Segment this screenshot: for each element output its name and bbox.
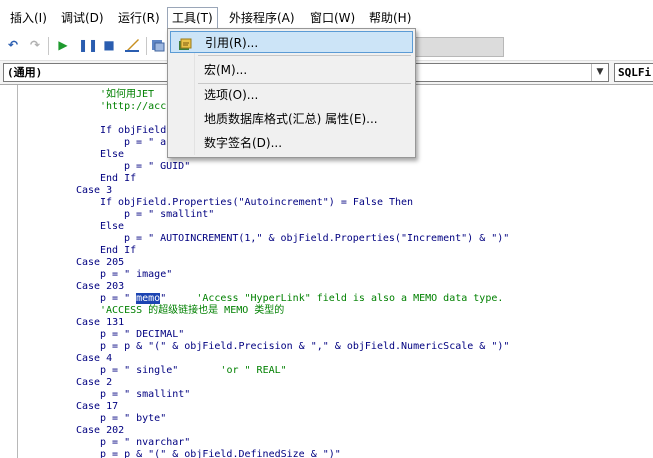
object-combo-value: (通用) — [7, 66, 43, 79]
code-line: Case 131 — [76, 317, 125, 328]
code-line: p = " DECIMAL" — [100, 329, 185, 340]
toolbar-separator — [48, 37, 49, 55]
menu-item-options[interactable]: 选项(O)... — [170, 84, 413, 106]
code-line: Case 4 — [76, 353, 113, 364]
stop-icon[interactable]: ■ — [101, 37, 117, 53]
menu-addins[interactable]: 外接程序(A) — [225, 8, 299, 28]
code-text: " — [160, 293, 197, 304]
code-comment: '如何用JET — [100, 89, 155, 100]
menu-insert[interactable]: 插入(I) — [6, 8, 51, 28]
redo-icon[interactable]: ↷ — [27, 37, 43, 53]
references-icon — [178, 36, 192, 50]
code-line: p = " image" — [100, 269, 173, 280]
code-line: Else — [100, 221, 125, 232]
code-line: Else — [100, 149, 125, 160]
menu-item-label: 选项(O)... — [204, 88, 259, 102]
selected-text[interactable]: memo — [136, 293, 161, 304]
code-line: Case 17 — [76, 401, 119, 412]
code-line: Case 2 — [76, 377, 113, 388]
code-line: p = p & "(" & objField.Precision & "," &… — [100, 341, 510, 352]
code-line: Case 202 — [76, 425, 125, 436]
code-line: p = " nvarchar" — [100, 437, 191, 448]
tools-menu: 引用(R)... 宏(M)... 选项(O)... 地质数据库格式(汇总) 属性… — [167, 28, 416, 158]
menu-item-label: 宏(M)... — [204, 63, 248, 77]
menu-item-references[interactable]: 引用(R)... — [170, 31, 413, 53]
code-line: p = p & "(" & objField.DefinedSize & ")" — [100, 449, 341, 458]
code-line: p = " smallint" — [124, 209, 215, 220]
design-mode-icon[interactable] — [124, 37, 140, 53]
menu-window[interactable]: 窗口(W) — [306, 8, 359, 28]
menu-tools[interactable]: 工具(T) — [167, 7, 218, 29]
code-line: 'http://acc — [100, 101, 166, 113]
code-line: p = " smallint" — [100, 389, 191, 400]
project-explorer-icon[interactable] — [150, 37, 166, 53]
menu-item-macros[interactable]: 宏(M)... — [170, 59, 413, 81]
procedure-combo[interactable]: SQLFi — [614, 63, 653, 82]
menu-item-project-properties[interactable]: 地质数据库格式(汇总) 属性(E)... — [170, 108, 413, 130]
code-line: p = " memo" 'Access "HyperLink" field is… — [100, 293, 503, 305]
location-field — [412, 37, 504, 57]
menu-run[interactable]: 运行(R) — [114, 8, 164, 28]
code-text: p = " single" — [100, 365, 221, 376]
code-comment: 'Access "HyperLink" field is also a MEMO… — [196, 293, 504, 304]
pause-icon[interactable]: ❚❚ — [78, 37, 98, 53]
code-text: p = " — [100, 293, 137, 304]
code-line: p = " single" 'or " REAL" — [100, 365, 287, 377]
toolbar-separator — [146, 37, 147, 55]
menu-item-label: 数字签名(D)... — [204, 136, 283, 150]
menu-separator — [198, 55, 411, 56]
code-line: p = " byte" — [100, 413, 167, 424]
undo-icon[interactable]: ↶ — [5, 37, 21, 53]
run-icon[interactable]: ▶ — [55, 37, 71, 53]
menu-item-label: 地质数据库格式(汇总) 属性(E)... — [204, 112, 378, 126]
code-line: p = " a — [124, 137, 167, 148]
code-line: End If — [100, 173, 137, 184]
code-line: 'ACCESS 的超级链接也是 MEMO 类型的 — [100, 305, 284, 317]
procedure-combo-value: SQLFi — [618, 66, 652, 79]
code-line: End If — [100, 245, 137, 256]
chevron-down-icon[interactable]: ▼ — [591, 64, 608, 81]
menu-item-label: 引用(R)... — [205, 36, 259, 50]
menu-help[interactable]: 帮助(H) — [365, 8, 415, 28]
code-comment: 'ACCESS 的超级链接也是 MEMO 类型的 — [100, 305, 285, 316]
code-line: If objField.Properties("Autoincrement") … — [100, 197, 414, 208]
code-line: If objField — [100, 125, 167, 136]
code-line: p = " GUID" — [124, 161, 191, 172]
menu-item-digital-signature[interactable]: 数字签名(D)... — [170, 132, 413, 154]
code-line: p = " AUTOINCREMENT(1," & objField.Prope… — [124, 233, 510, 244]
code-line: Case 205 — [76, 257, 125, 268]
code-line: Case 203 — [76, 281, 125, 292]
margin-indicator-bar[interactable] — [0, 85, 18, 458]
code-line: '如何用JET — [100, 89, 154, 101]
code-comment: 'http://acc — [100, 101, 167, 112]
menu-debug[interactable]: 调试(D) — [57, 8, 108, 28]
code-line: Case 3 — [76, 185, 113, 196]
code-comment: 'or " REAL" — [220, 365, 287, 376]
